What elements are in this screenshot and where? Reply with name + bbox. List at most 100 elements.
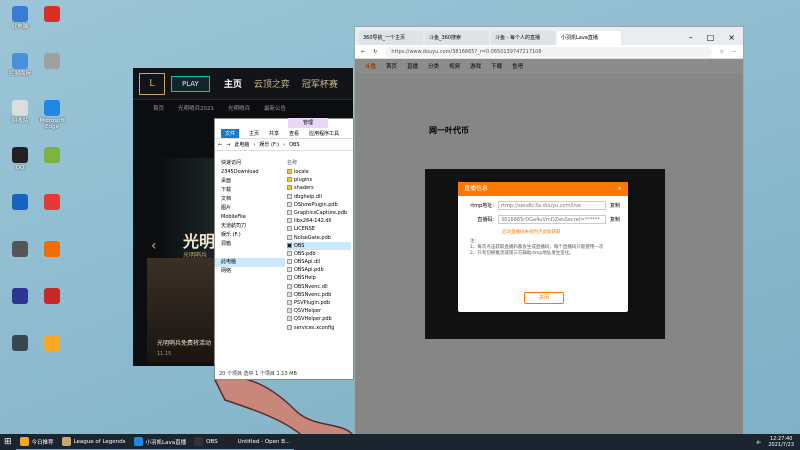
nav-item[interactable]: 网络 (215, 267, 285, 276)
desktop-icon[interactable] (36, 147, 68, 165)
desktop-icon[interactable] (36, 6, 68, 24)
nav-item[interactable]: 图片 (215, 204, 285, 213)
browser-tab[interactable]: 斗鱼_360搜索 (425, 31, 489, 45)
minimize-icon[interactable]: – (689, 33, 693, 42)
lol-play-button[interactable]: PLAY (171, 75, 210, 92)
file-row[interactable]: LICENSE (287, 225, 351, 233)
nav-item[interactable]: 天道航司刀 (215, 222, 285, 231)
desktop-icon[interactable] (36, 335, 68, 353)
taskbar-app[interactable]: League of Legends (57, 434, 130, 450)
volume-icon[interactable]: 🔈 (756, 439, 762, 445)
taskbar-app[interactable]: 今日推荐 (15, 434, 58, 450)
star-icon[interactable]: ☆ (720, 49, 724, 55)
file-row[interactable]: NoiseGate.pdb (287, 234, 351, 242)
file-row[interactable]: OBSNvenc.pdb (287, 291, 351, 299)
file-row[interactable]: OBS (287, 241, 351, 250)
nav-item[interactable]: 桌面 (215, 177, 285, 186)
refresh-key-link[interactable]: 启动直播码失效时点此处获取 (502, 229, 628, 235)
desktop-icon[interactable]: 控制面板 (4, 53, 36, 77)
desktop-icon[interactable]: 此电脑 (4, 6, 36, 30)
copy-button[interactable]: 复制 (610, 202, 620, 209)
nav-item[interactable]: 此电脑 (215, 258, 285, 267)
lol-tab-cup[interactable]: 冠军杯赛 (302, 77, 338, 90)
file-row[interactable]: QSVHelper (287, 307, 351, 315)
ribbon-tab-home[interactable]: 主页 (249, 130, 259, 137)
app-icon (44, 288, 60, 304)
file-row[interactable]: plugins (287, 176, 351, 184)
file-row[interactable]: shaders (287, 184, 351, 192)
taskbar-app[interactable]: Untitled - Open B... (221, 434, 295, 450)
column-header-name[interactable]: 名称 (287, 159, 351, 168)
nav-item[interactable]: 洞箱 (215, 240, 285, 249)
explorer-address-bar[interactable]: ← → 此电脑 › 娱乐 (F:) › OBS (215, 139, 353, 151)
close-icon[interactable]: × (728, 33, 735, 42)
breadcrumb-item[interactable]: 此电脑 (234, 141, 249, 148)
chevron-left-icon[interactable]: ‹ (151, 238, 157, 254)
lol-subnav-item[interactable]: 最新公告 (264, 104, 286, 112)
desktop-icon[interactable] (36, 241, 68, 259)
breadcrumb-item[interactable]: OBS (289, 142, 299, 148)
file-explorer-window[interactable]: 文件 主页 共享 查看 应用程序工具 ← → 此电脑 › 娱乐 (F:) › OBS… (214, 118, 354, 380)
desktop-icon[interactable]: QQ (4, 147, 36, 171)
desktop-icon[interactable] (36, 194, 68, 212)
forward-icon[interactable]: → (226, 142, 230, 148)
nav-item[interactable]: 快速访问 (215, 159, 285, 168)
file-row[interactable]: QSVHelper.pdb (287, 315, 351, 323)
file-row[interactable]: GraphicsCapture.pdb (287, 209, 351, 217)
lol-subnav-item[interactable]: 光明哨兵 (228, 104, 250, 112)
more-icon[interactable]: ⋯ (732, 49, 737, 55)
key-field[interactable]: 3816665rDGa4uVmDZwsSecret=****** (498, 215, 606, 224)
desktop-icon[interactable] (4, 241, 36, 259)
refresh-icon[interactable]: ↻ (373, 49, 377, 55)
file-row[interactable]: services.xconfig (287, 324, 351, 332)
file-row[interactable]: OBS.pdb (287, 250, 351, 258)
file-row[interactable]: locale (287, 168, 351, 176)
back-icon[interactable]: ← (361, 49, 365, 55)
lol-tab-home[interactable]: 主页 (224, 77, 242, 90)
ribbon-tab-file[interactable]: 文件 (221, 129, 240, 138)
file-row[interactable]: DShowPlugin.pdb (287, 201, 351, 209)
desktop-icon[interactable] (36, 53, 68, 71)
taskbar-app[interactable]: 小羽凯Lava直播 (129, 434, 191, 450)
file-row[interactable]: dbghelp.dll (287, 193, 351, 201)
close-icon[interactable]: × (617, 182, 622, 196)
file-row[interactable]: PSVPlugin.pdb (287, 299, 351, 307)
taskbar-app[interactable]: OBS (190, 434, 222, 450)
url-input[interactable]: https://www.douyu.com/3816665?_r=0.06501… (385, 46, 712, 57)
file-row[interactable]: OBSApi.dll (287, 258, 351, 266)
nav-item[interactable]: 下载 (215, 186, 285, 195)
desktop-icon[interactable]: Microsoft Edge (36, 100, 68, 130)
close-dialog-button[interactable]: 关闭 (524, 292, 564, 304)
rtmp-field[interactable]: rtmp://sendtc3a.douyu.com/live (498, 201, 606, 210)
copy-button[interactable]: 复制 (610, 216, 620, 223)
browser-tab[interactable]: 斗鱼 - 每个人的直播 (491, 31, 555, 45)
browser-tab[interactable]: 360导航_一个主页 (359, 31, 423, 45)
file-row[interactable]: libx264-142.dll (287, 217, 351, 225)
nav-item[interactable]: 文档 (215, 195, 285, 204)
nav-item[interactable]: 2345Download (215, 168, 285, 177)
breadcrumb-item[interactable]: 娱乐 (F:) (259, 141, 279, 148)
ribbon-tab-view[interactable]: 查看 (289, 130, 299, 137)
nav-item[interactable]: MobileFile (215, 213, 285, 222)
desktop-icon[interactable] (4, 288, 36, 306)
file-row[interactable]: OBSHelp (287, 274, 351, 282)
back-icon[interactable]: ← (218, 142, 222, 148)
lol-subnav-item[interactable]: 首页 (153, 104, 164, 112)
nav-item[interactable]: 娱乐 (F:) (215, 231, 285, 240)
ribbon-manage-label[interactable]: 管理 (288, 118, 328, 128)
desktop-icon[interactable] (4, 335, 36, 353)
browser-tab-active[interactable]: 小羽凯Lava直播 (557, 31, 621, 45)
file-row[interactable]: OBSApi.pdb (287, 266, 351, 274)
desktop-icon[interactable]: 回收站 (4, 100, 36, 124)
start-button[interactable]: ⊞ (0, 434, 16, 450)
lol-subnav-item[interactable]: 光明哨兵2021 (178, 104, 214, 112)
nav-item[interactable] (215, 249, 285, 258)
clock[interactable]: 12:27:40 2021/7/23 (768, 436, 794, 448)
maximize-icon[interactable]: □ (707, 33, 715, 42)
ribbon-tab-apptools[interactable]: 应用程序工具 (309, 130, 339, 137)
ribbon-tab-share[interactable]: 共享 (269, 130, 279, 137)
file-row[interactable]: OBSNvenc.dll (287, 283, 351, 291)
lol-tab-tft[interactable]: 云顶之弈 (254, 77, 290, 90)
desktop-icon[interactable] (36, 288, 68, 306)
desktop-icon[interactable] (4, 194, 36, 212)
